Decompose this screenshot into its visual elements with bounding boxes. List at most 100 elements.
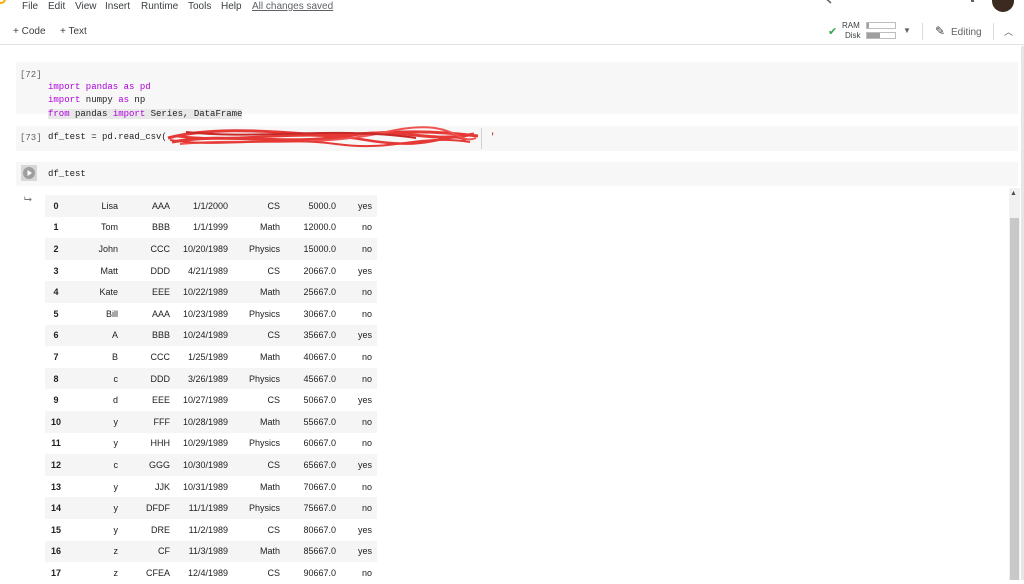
- cell-salary: 40667.0: [303, 351, 336, 362]
- cell-flag: no: [341, 281, 377, 303]
- cell-code-value: CCC: [123, 238, 175, 260]
- table-row: 12 c GGG 10/30/1989 CS 65667.0 yes: [45, 454, 377, 476]
- row-index: 6: [45, 324, 73, 347]
- cell-flag: no: [361, 438, 372, 449]
- cell-subject: Math: [259, 222, 280, 233]
- cell-subject: CS: [233, 454, 285, 476]
- cell-code-value: CCC: [150, 351, 171, 362]
- cell-name: Tom: [100, 222, 118, 233]
- row-index: 3: [53, 265, 59, 276]
- table-row: 2 John CCC 10/20/1989 Physics 15000.0 no: [45, 238, 377, 260]
- cell-code[interactable]: df_test = pd.read_csv(: [48, 131, 167, 145]
- dataframe-table: 0 Lisa AAA 1/1/2000 CS 5000.0 yes 1 Tom BBB 1/1/19…: [45, 195, 377, 584]
- cell-name: y: [113, 481, 119, 492]
- cell-name: B: [111, 351, 118, 362]
- cell-salary: 12000.0: [303, 222, 336, 233]
- cell-date: 10/31/1989: [182, 481, 228, 492]
- chevron-up-icon[interactable]: ︿: [1004, 25, 1013, 38]
- cell-salary: 25667.0: [285, 281, 341, 303]
- cell-code-value: EEE: [123, 281, 175, 303]
- table-row: 1 Tom BBB 1/1/1999 Math 12000.0 no: [45, 217, 377, 239]
- table-row: 17 z CFEA 12/4/1989 CS 90667.0 no: [45, 562, 377, 584]
- cell-code-value: GGG: [123, 454, 175, 476]
- cell-name: y: [113, 524, 119, 535]
- row-index: 14: [45, 497, 73, 519]
- cell-salary: 65667.0: [285, 454, 341, 476]
- cell-flag: yes: [341, 454, 377, 476]
- cell-salary: 75667.0: [285, 497, 341, 519]
- comment-icon[interactable]: [822, 0, 832, 4]
- cell-code-value: DDD: [123, 367, 175, 390]
- cell-code[interactable]: df_test: [48, 168, 86, 182]
- cell-execution-count: [72]: [20, 70, 42, 80]
- scroll-up-arrow-icon[interactable]: ▲: [1010, 190, 1017, 197]
- menu-edit[interactable]: Edit: [48, 1, 65, 12]
- add-text-button[interactable]: + Text: [60, 26, 87, 37]
- cell-date: 10/22/1989: [175, 281, 233, 303]
- cell-date: 11/1/1989: [175, 497, 233, 519]
- cell-flag: no: [361, 222, 372, 233]
- cell-name: d: [112, 395, 118, 406]
- cell-code-value: BBB: [123, 324, 175, 347]
- menu-runtime[interactable]: Runtime: [141, 1, 178, 12]
- table-row: 16 z CF 11/3/1989 Math 85667.0 yes: [45, 540, 377, 563]
- cell-name: Kate: [73, 281, 123, 303]
- table-row: 11 y HHH 10/29/1989 Physics 60667.0 no: [45, 433, 377, 455]
- cell-name: c: [73, 454, 123, 476]
- disk-meter-fill: [867, 33, 880, 38]
- cell-date: 10/30/1989: [175, 454, 233, 476]
- chevron-down-icon[interactable]: ▼: [903, 26, 911, 35]
- table-row: 6 A BBB 10/24/1989 CS 35667.0 yes: [45, 324, 377, 347]
- ram-meter[interactable]: [866, 22, 896, 29]
- row-index: 4: [45, 281, 73, 303]
- cell-subject: Physics: [233, 367, 285, 390]
- editing-mode-button[interactable]: Editing: [951, 27, 982, 38]
- table-row: 5 Bill AAA 10/23/1989 Physics 30667.0 no: [45, 303, 377, 325]
- cell-date: 10/23/1989: [182, 308, 228, 319]
- cell-flag: no: [361, 351, 372, 362]
- code-cell[interactable]: df_test: [16, 162, 1018, 186]
- cell-subject: Physics: [248, 438, 280, 449]
- disk-meter[interactable]: [866, 32, 896, 39]
- cell-flag: no: [361, 481, 372, 492]
- cell-date: 12/4/1989: [187, 567, 228, 578]
- cell-subject: Math: [233, 281, 285, 303]
- cell-name: Lisa: [73, 195, 123, 217]
- cell-subject: Physics: [248, 308, 280, 319]
- menu-insert[interactable]: Insert: [105, 1, 130, 12]
- cell-subject: CS: [233, 324, 285, 347]
- row-index: 9: [53, 395, 59, 406]
- cell-code-value: CFEA: [145, 567, 170, 578]
- cell-code[interactable]: import pandas as pd import numpy as np f…: [48, 67, 243, 121]
- cell-code-value: EEE: [151, 395, 170, 406]
- row-index: 13: [50, 481, 61, 492]
- menu-view[interactable]: View: [75, 1, 97, 12]
- cell-salary: 5000.0: [285, 195, 341, 217]
- cell-subject: CS: [233, 195, 285, 217]
- cell-code-value: DDD: [150, 265, 171, 276]
- run-cell-icon[interactable]: [21, 165, 37, 181]
- cell-flag: no: [341, 367, 377, 390]
- cell-flag: no: [341, 497, 377, 519]
- settings-icon[interactable]: [968, 0, 978, 4]
- cell-subject: Math: [233, 540, 285, 563]
- colab-logo-icon: [0, 0, 6, 4]
- row-index: 2: [45, 238, 73, 260]
- add-code-button[interactable]: + Code: [13, 26, 46, 37]
- menu-tools[interactable]: Tools: [188, 1, 211, 12]
- menu-help[interactable]: Help: [221, 1, 242, 12]
- code-line: from pandas import Series, DataFrame: [48, 108, 243, 119]
- save-status-link[interactable]: All changes saved: [252, 1, 333, 12]
- menu-file[interactable]: File: [22, 1, 38, 12]
- row-index: 8: [45, 367, 73, 390]
- code-cell[interactable]: [72] import pandas as pd import numpy as…: [16, 62, 1018, 119]
- pencil-icon[interactable]: ✎: [935, 24, 945, 38]
- row-index: 16: [45, 540, 73, 563]
- output-scrollbar-thumb[interactable]: [1010, 218, 1019, 580]
- cell-code-value: AAA: [151, 308, 170, 319]
- cell-date: 3/26/1989: [175, 367, 233, 390]
- cell-date: 11/2/1989: [188, 524, 228, 535]
- cell-salary: 45667.0: [285, 367, 341, 390]
- row-index: 5: [53, 308, 59, 319]
- cell-code-value: JJK: [154, 481, 170, 492]
